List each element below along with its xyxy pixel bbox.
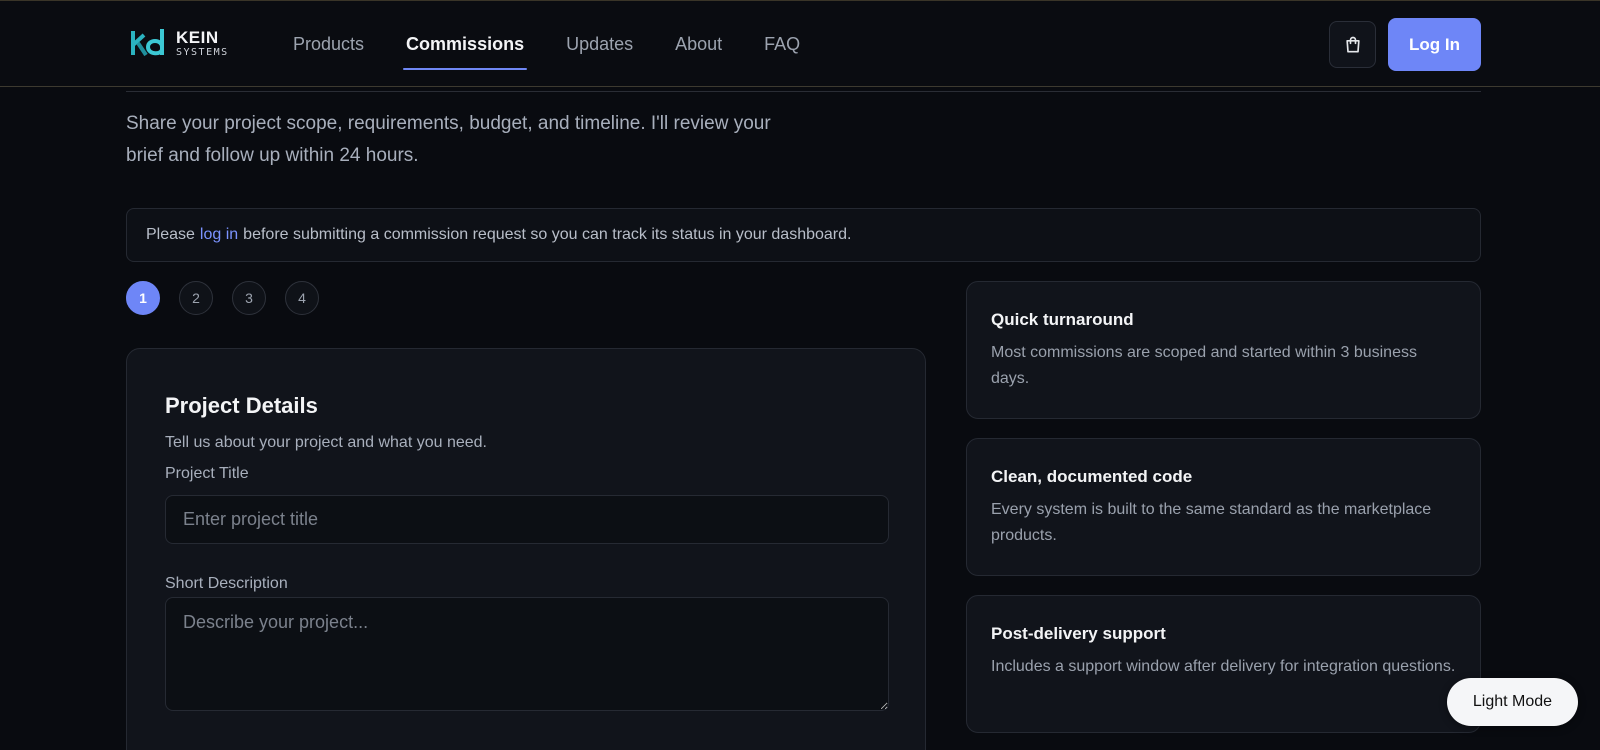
nav-item-about[interactable]: About <box>654 1 743 87</box>
feature-description: Every system is built to the same standa… <box>991 501 1432 544</box>
feature-title: Clean, documented code <box>991 467 1193 486</box>
step-indicator: 1 2 3 4 <box>126 281 319 315</box>
login-button[interactable]: Log In <box>1388 18 1481 71</box>
notice-login-link[interactable]: log in <box>200 226 238 244</box>
cart-button[interactable] <box>1329 21 1376 68</box>
project-details-card: Project Details Tell us about your proje… <box>126 348 926 750</box>
nav-item-products[interactable]: Products <box>272 1 385 87</box>
light-mode-toggle-button[interactable]: Light Mode <box>1447 678 1578 726</box>
short-description-textarea[interactable] <box>165 597 889 711</box>
section-divider <box>126 91 1481 92</box>
form-subtitle: Tell us about your project and what you … <box>165 434 487 451</box>
main-nav: Products Commissions Updates About FAQ <box>272 1 821 87</box>
feature-title: Post-delivery support <box>991 624 1166 643</box>
shopping-bag-icon <box>1345 36 1360 53</box>
form-title: Project Details <box>165 393 318 418</box>
nav-item-faq[interactable]: FAQ <box>743 1 821 87</box>
feature-card-post-delivery-support: Post-delivery support Includes a support… <box>966 595 1481 733</box>
step-2[interactable]: 2 <box>179 281 213 315</box>
nav-item-updates[interactable]: Updates <box>545 1 654 87</box>
feature-description: Most commissions are scoped and started … <box>991 344 1417 387</box>
feature-card-quick-turnaround: Quick turnaround Most commissions are sc… <box>966 281 1481 419</box>
short-description-label: Short Description <box>165 575 288 592</box>
brand-name: KEIN <box>176 27 219 47</box>
step-4[interactable]: 4 <box>285 281 319 315</box>
notice-text-after: before submitting a commission request s… <box>243 226 852 243</box>
top-navigation-bar: KEIN SYSTEMS Products Commissions Update… <box>0 0 1600 87</box>
nav-item-commissions[interactable]: Commissions <box>385 1 545 87</box>
project-title-label: Project Title <box>165 465 249 482</box>
feature-description: Includes a support window after delivery… <box>991 658 1456 675</box>
step-1[interactable]: 1 <box>126 281 160 315</box>
brand-wordmark: KEIN SYSTEMS <box>176 29 229 58</box>
project-title-input[interactable] <box>165 495 889 544</box>
kein-logo-icon <box>131 29 164 57</box>
feature-card-clean-code: Clean, documented code Every system is b… <box>966 438 1481 576</box>
login-notice: Please log in before submitting a commis… <box>126 208 1481 262</box>
notice-text-before: Please <box>146 226 195 243</box>
brand-subname: SYSTEMS <box>176 46 229 58</box>
brand-logo[interactable]: KEIN SYSTEMS <box>130 25 229 61</box>
intro-text: Share your project scope, requirements, … <box>126 113 771 166</box>
step-3[interactable]: 3 <box>232 281 266 315</box>
feature-title: Quick turnaround <box>991 310 1134 329</box>
